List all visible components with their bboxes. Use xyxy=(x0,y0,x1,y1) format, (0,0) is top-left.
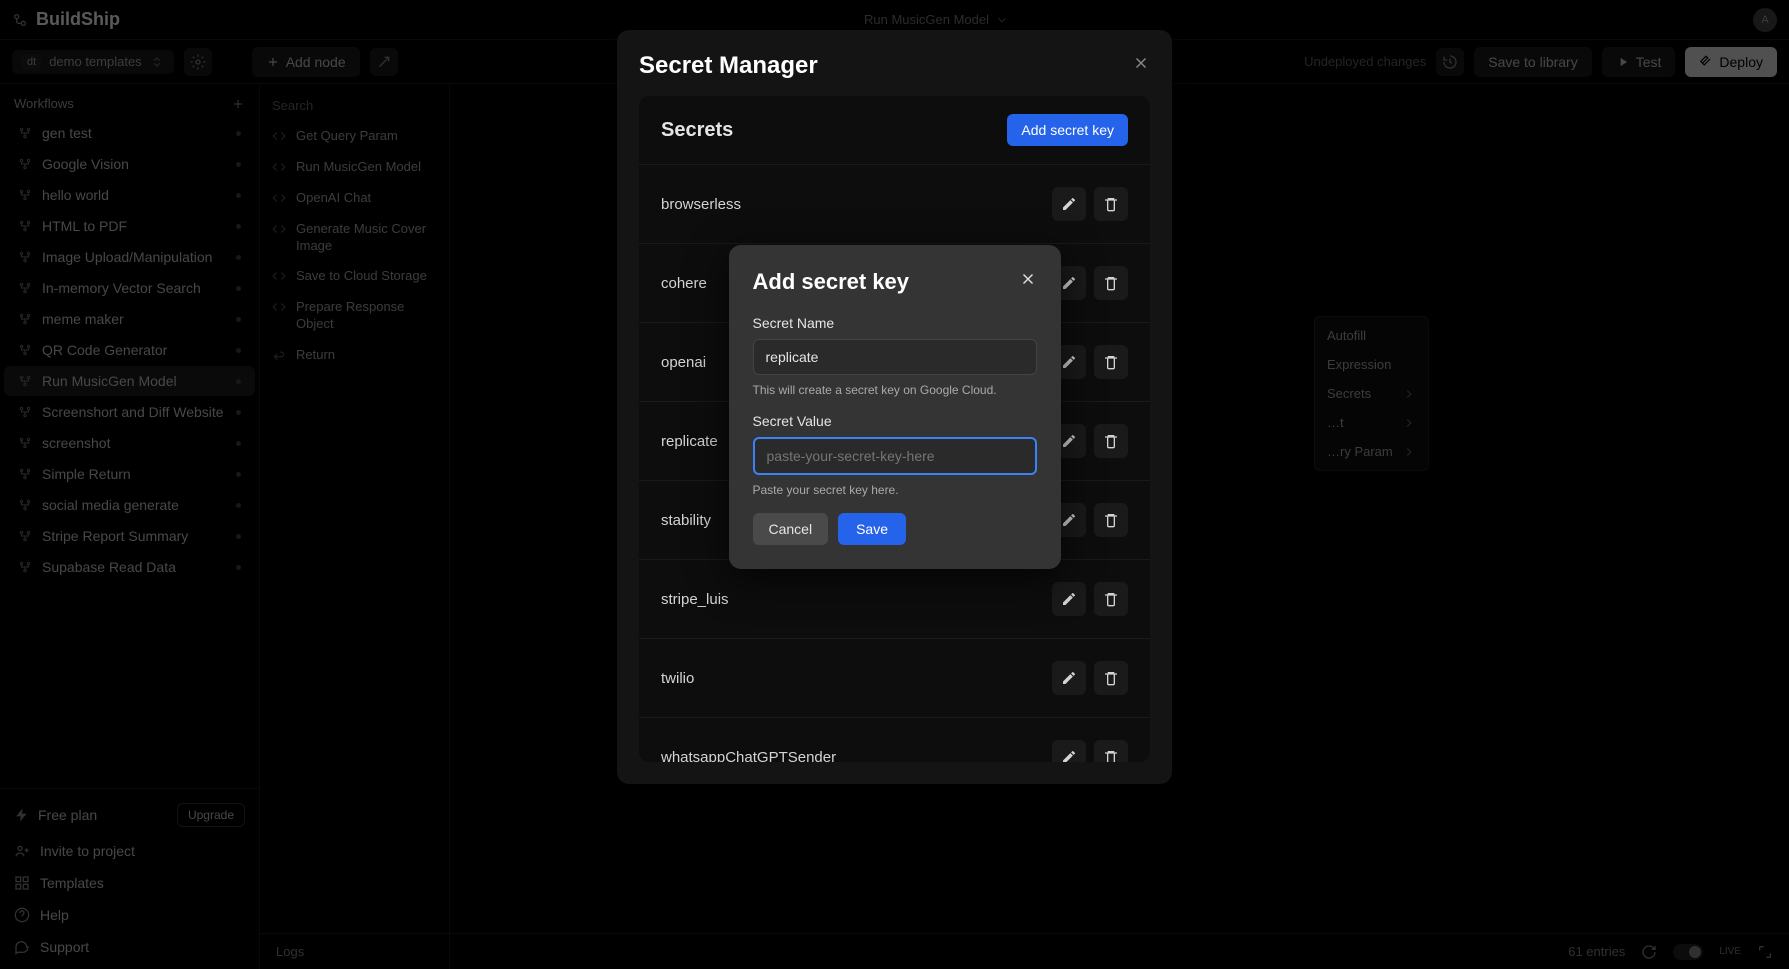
close-icon[interactable] xyxy=(1019,270,1037,294)
secret-name-input[interactable] xyxy=(753,339,1037,375)
save-button[interactable]: Save xyxy=(838,513,906,545)
secret-name-label: Secret Name xyxy=(753,315,1037,331)
cancel-button[interactable]: Cancel xyxy=(753,513,829,545)
secret-name-hint: This will create a secret key on Google … xyxy=(753,383,1037,397)
secret-value-hint: Paste your secret key here. xyxy=(753,483,1037,497)
add-secret-title: Add secret key xyxy=(753,269,910,295)
secret-value-input[interactable] xyxy=(753,437,1037,475)
secret-value-label: Secret Value xyxy=(753,413,1037,429)
add-secret-dialog: Add secret key Secret Name This will cre… xyxy=(729,245,1061,569)
